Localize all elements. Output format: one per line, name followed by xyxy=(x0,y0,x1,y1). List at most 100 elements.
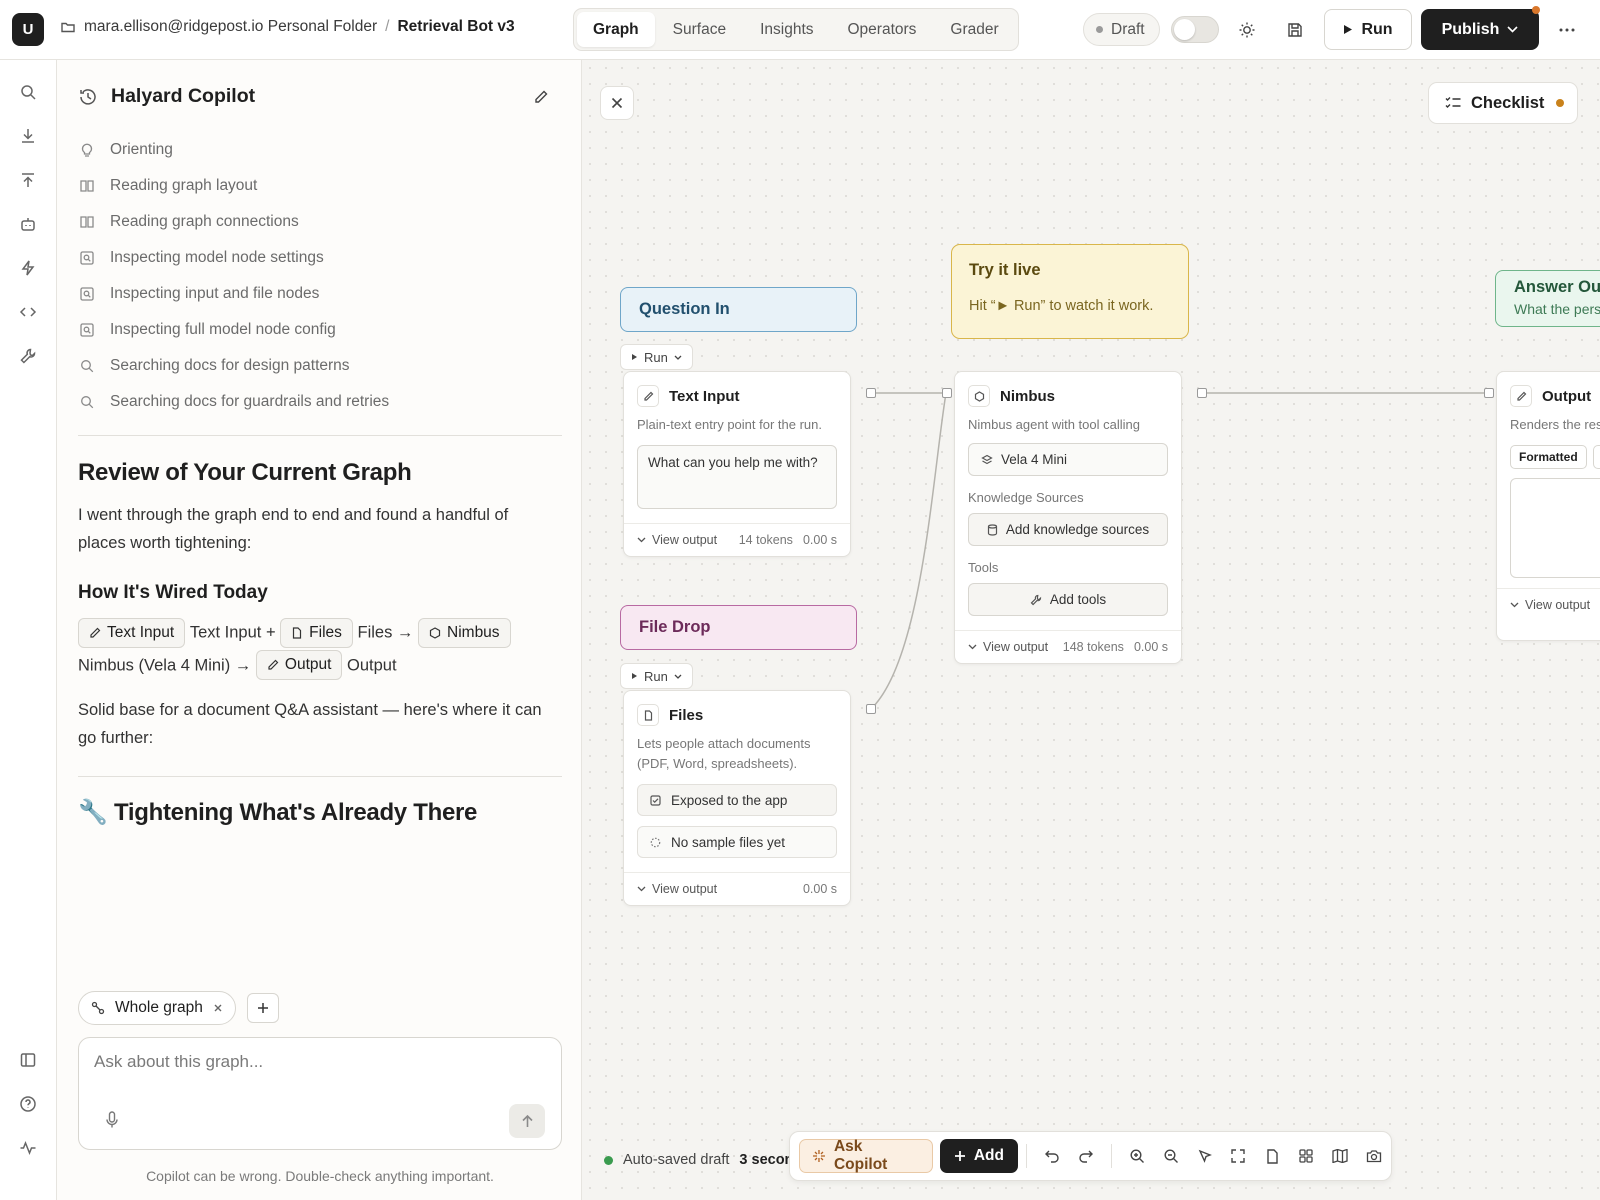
download-icon[interactable] xyxy=(16,124,40,148)
toggle-knob xyxy=(1174,19,1195,40)
activity-icon[interactable] xyxy=(16,1136,40,1160)
step-label: Searching docs for guardrails and retrie… xyxy=(110,393,390,410)
flow-chip-nimbus[interactable]: Nimbus xyxy=(418,617,511,648)
step-label: Inspecting model node settings xyxy=(110,249,324,266)
checklist-icon xyxy=(1445,96,1461,110)
flow-chip-output[interactable]: Output xyxy=(255,650,343,681)
pencil-icon xyxy=(637,385,659,407)
file-icon xyxy=(293,627,302,639)
zoom-out-icon[interactable] xyxy=(1154,1139,1188,1173)
search-icon[interactable] xyxy=(16,80,40,104)
ask-copilot-button[interactable]: Ask Copilot xyxy=(799,1138,933,1173)
wrench-icon[interactable] xyxy=(16,344,40,368)
review-summary: Solid base for a document Q&A assistant … xyxy=(78,701,542,747)
hexagon-icon xyxy=(968,385,990,407)
callout-text: Hit “► Run” to watch it work. xyxy=(969,298,1154,314)
node-port[interactable] xyxy=(942,388,952,398)
arrow-up-icon xyxy=(521,1114,533,1127)
chevron-down-icon xyxy=(674,355,682,360)
sample-files-option[interactable]: No sample files yet xyxy=(637,826,837,858)
tab-operators[interactable]: Operators xyxy=(832,12,933,47)
panel-icon[interactable] xyxy=(16,1048,40,1072)
history-icon[interactable] xyxy=(78,87,98,107)
chat-input[interactable] xyxy=(94,1052,534,1072)
add-knowledge-button[interactable]: Add knowledge sources xyxy=(968,513,1168,546)
output-preview xyxy=(1510,478,1600,578)
group-sublabel: What the person sees xyxy=(1514,301,1600,317)
close-icon[interactable] xyxy=(213,1003,223,1013)
tab-insights[interactable]: Insights xyxy=(744,12,829,47)
breadcrumb-project[interactable]: Retrieval Bot v3 xyxy=(397,18,514,36)
bot-icon[interactable] xyxy=(16,212,40,236)
output-node[interactable]: Output Renders the response as text. For… xyxy=(1496,371,1600,641)
divider xyxy=(78,776,562,777)
view-output-link[interactable]: View output xyxy=(1525,598,1590,612)
app-logo[interactable]: U xyxy=(12,13,44,46)
model-selector[interactable]: Vela 4 Mini xyxy=(968,443,1168,476)
graph-canvas[interactable]: Checklist Question In File Drop Answer O… xyxy=(582,60,1600,1200)
node-port[interactable] xyxy=(1484,388,1494,398)
run-node-button[interactable]: Run xyxy=(620,663,693,689)
view-output-link[interactable]: View output xyxy=(652,533,717,547)
add-node-button[interactable]: Add xyxy=(939,1139,1018,1173)
token-count: 14 tokens xyxy=(738,533,793,547)
tab-raw[interactable] xyxy=(1592,445,1600,469)
flow-chip-text-input[interactable]: Text Input xyxy=(78,617,186,648)
zoom-in-icon[interactable] xyxy=(1120,1139,1154,1173)
theme-icon[interactable] xyxy=(1233,16,1261,44)
view-output-link[interactable]: View output xyxy=(983,640,1048,654)
text-input-node[interactable]: Text Input Plain-text entry point for th… xyxy=(623,371,851,557)
book-icon xyxy=(78,177,96,195)
label-answer-out[interactable]: Answer Out What the person sees xyxy=(1495,270,1600,327)
node-description: Plain-text entry point for the run. xyxy=(637,417,822,432)
close-panel-button[interactable] xyxy=(600,86,634,120)
graph-icon xyxy=(91,1001,105,1015)
run-button[interactable]: Run xyxy=(1324,9,1412,50)
bolt-icon[interactable] xyxy=(16,256,40,280)
add-tools-button[interactable]: Add tools xyxy=(968,583,1168,616)
more-icon[interactable] xyxy=(1553,16,1581,44)
tab-formatted[interactable]: Formatted xyxy=(1510,445,1587,469)
breadcrumb-folder[interactable]: mara.ellison@ridgepost.io Personal Folde… xyxy=(84,18,377,36)
tab-surface[interactable]: Surface xyxy=(657,12,742,47)
flow-chip-files[interactable]: Files xyxy=(280,617,353,648)
text-input-field[interactable]: What can you help me with? xyxy=(637,445,837,509)
save-icon[interactable] xyxy=(1281,16,1309,44)
publish-button[interactable]: Publish xyxy=(1421,9,1539,50)
undo-icon[interactable] xyxy=(1035,1139,1069,1173)
upload-icon[interactable] xyxy=(16,168,40,192)
camera-icon[interactable] xyxy=(1357,1139,1391,1173)
live-toggle[interactable] xyxy=(1171,16,1219,43)
mic-icon[interactable] xyxy=(105,1111,119,1129)
add-context-button[interactable] xyxy=(247,993,279,1023)
code-icon[interactable] xyxy=(16,300,40,324)
book-icon xyxy=(78,213,96,231)
files-node[interactable]: Files Lets people attach documents (PDF,… xyxy=(623,690,851,906)
map-icon[interactable] xyxy=(1323,1139,1357,1173)
fit-view-icon[interactable] xyxy=(1222,1139,1256,1173)
node-port[interactable] xyxy=(1197,388,1207,398)
help-icon[interactable] xyxy=(16,1092,40,1116)
nimbus-node[interactable]: Nimbus Nimbus agent with tool calling Ve… xyxy=(954,371,1182,664)
send-button[interactable] xyxy=(509,1104,545,1138)
context-chip[interactable]: Whole graph xyxy=(78,991,236,1025)
node-description: Renders the response as text. xyxy=(1510,417,1600,432)
node-port[interactable] xyxy=(866,704,876,714)
tab-graph[interactable]: Graph xyxy=(577,12,655,47)
label-question-in[interactable]: Question In xyxy=(620,287,857,332)
label-file-drop[interactable]: File Drop xyxy=(620,605,857,650)
cursor-icon[interactable] xyxy=(1188,1139,1222,1173)
edit-icon[interactable] xyxy=(533,89,549,105)
review-intro: I went through the graph end to end and … xyxy=(78,506,509,552)
breadcrumb-separator: / xyxy=(385,18,390,35)
copilot-title: Halyard Copilot xyxy=(111,85,256,107)
grid-icon[interactable] xyxy=(1289,1139,1323,1173)
run-node-button[interactable]: Run xyxy=(620,344,693,370)
view-output-link[interactable]: View output xyxy=(652,882,717,896)
redo-icon[interactable] xyxy=(1069,1139,1103,1173)
checklist-button[interactable]: Checklist xyxy=(1428,82,1578,124)
exposed-option[interactable]: Exposed to the app xyxy=(637,784,837,816)
document-icon[interactable] xyxy=(1255,1139,1289,1173)
tab-grader[interactable]: Grader xyxy=(934,12,1014,47)
node-port[interactable] xyxy=(866,388,876,398)
